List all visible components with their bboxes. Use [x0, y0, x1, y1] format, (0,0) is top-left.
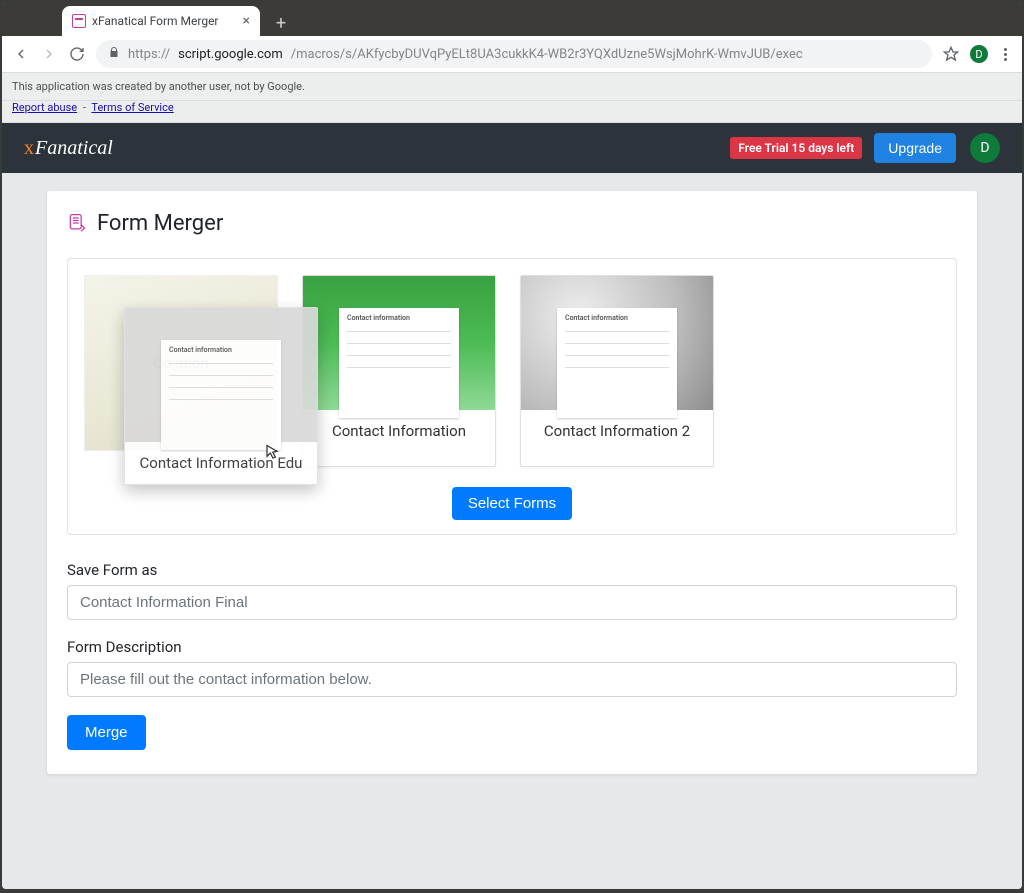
bookmark-star-icon[interactable]: [942, 45, 960, 63]
browser-profile-initial: D: [975, 48, 982, 61]
url-input[interactable]: https:// script.google.com /macros/s/AKf…: [96, 40, 932, 68]
address-bar: https:// script.google.com /macros/s/AKf…: [2, 36, 1022, 73]
url-scheme: https://: [128, 47, 170, 62]
report-abuse-link[interactable]: Report abuse: [12, 101, 77, 114]
save-form-as-label: Save Form as: [67, 561, 957, 579]
user-avatar[interactable]: D: [970, 133, 1000, 163]
form-card-thumb: Contact information: [521, 276, 713, 410]
tab-favicon-icon: [72, 14, 86, 28]
forms-container: Co ation Contact information Contact Inf…: [67, 258, 957, 535]
reload-button[interactable]: [68, 45, 86, 63]
drag-cursor-icon: [262, 443, 282, 463]
page-body: Form Merger Co ation Contact information: [2, 173, 1022, 889]
browser-window: xFanatical Form Merger × + https:// scri…: [2, 2, 1022, 889]
page-title-text: Form Merger: [97, 211, 223, 236]
tab-strip: xFanatical Form Merger × +: [2, 2, 1022, 36]
lock-icon: [108, 46, 120, 62]
form-card-miniform: Contact information: [557, 308, 677, 418]
url-path: /macros/s/AKfycbyDUVqPyELt8UA3cukkK4-WB2…: [291, 47, 803, 62]
browser-profile-avatar[interactable]: D: [970, 45, 988, 63]
browser-tab[interactable]: xFanatical Form Merger ×: [62, 6, 260, 36]
miniform-title: Contact information: [347, 314, 451, 322]
form-card-miniform: Contact information: [339, 308, 459, 418]
terms-of-service-link[interactable]: Terms of Service: [91, 101, 173, 114]
form-card-dragging[interactable]: Contact information Contact Information …: [124, 307, 318, 485]
merge-button[interactable]: Merge: [67, 715, 146, 750]
brand-x: x: [24, 137, 34, 159]
form-card-miniform: Contact information: [161, 340, 281, 450]
nav-back-button[interactable]: [12, 45, 30, 63]
apps-script-links: Report abuse - Terms of Service: [2, 101, 1022, 123]
upgrade-button[interactable]: Upgrade: [874, 133, 956, 163]
url-host: script.google.com: [178, 47, 283, 62]
form-card[interactable]: Contact information Contact Information: [302, 275, 496, 467]
save-form-as-input[interactable]: [67, 585, 957, 620]
form-description-label: Form Description: [67, 638, 957, 656]
form-card[interactable]: Contact information Contact Information …: [520, 275, 714, 467]
form-card-thumb: Contact information: [303, 276, 495, 410]
main-panel: Form Merger Co ation Contact information: [47, 191, 977, 774]
trial-badge: Free Trial 15 days left: [730, 137, 862, 159]
link-separator: -: [80, 101, 89, 114]
nav-forward-button[interactable]: [40, 45, 58, 63]
brand-name: Fanatical: [35, 137, 113, 159]
form-merger-icon: [67, 213, 87, 235]
forms-row: Co ation Contact information Contact Inf…: [84, 275, 940, 467]
app-header: xFanatical Free Trial 15 days left Upgra…: [2, 123, 1022, 173]
new-tab-button[interactable]: +: [268, 10, 294, 36]
miniform-title: Contact information: [169, 346, 273, 354]
miniform-title: Contact information: [565, 314, 669, 322]
tab-title: xFanatical Form Merger: [92, 14, 219, 28]
tab-close-icon[interactable]: ×: [243, 13, 250, 29]
user-avatar-initial: D: [980, 140, 989, 156]
form-description-input[interactable]: [67, 662, 957, 697]
form-card-thumb: Contact information: [125, 308, 317, 442]
brand-logo[interactable]: xFanatical: [24, 137, 113, 160]
select-forms-button[interactable]: Select Forms: [452, 487, 572, 520]
browser-menu-button[interactable]: [998, 48, 1012, 61]
page-title: Form Merger: [67, 211, 957, 236]
apps-script-disclaimer: This application was created by another …: [2, 73, 1022, 101]
